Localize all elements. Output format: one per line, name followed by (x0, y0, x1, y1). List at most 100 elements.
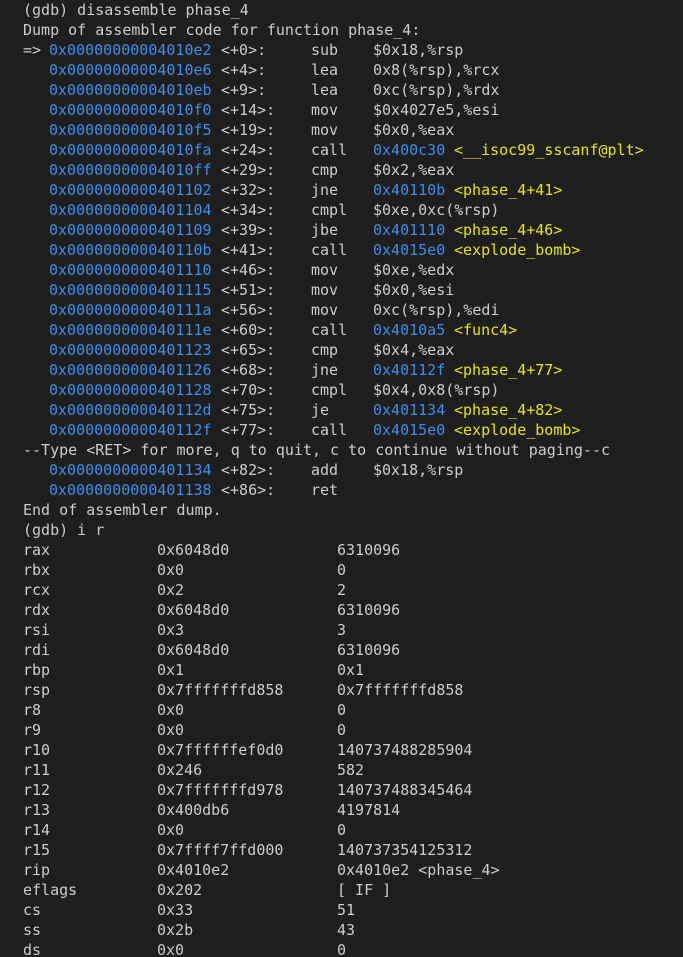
asm-line: 0x0000000000401126 <+68>: jne 0x40112f <phas… (0, 360, 683, 380)
register-name: r8 (23, 701, 42, 719)
asm-operands: $0xe,%edx (373, 261, 455, 279)
asm-offset: <+65>: (221, 341, 276, 359)
asm-offset: <+24>: (221, 141, 276, 159)
asm-target-symbol: <explode_bomb> (454, 241, 581, 259)
register-name: cs (23, 901, 42, 919)
pager-prompt-line: --Type <RET> for more, q to quit, c to c… (0, 440, 683, 460)
asm-mnemonic: je (311, 401, 330, 419)
register-row: r8 0x0 0 (0, 700, 683, 720)
asm-mnemonic: cmpl (311, 381, 348, 399)
asm-mnemonic: jne (311, 181, 339, 199)
register-hex: 0x7fffffffd858 (157, 681, 284, 699)
asm-target-address: 0x40112f (373, 361, 446, 379)
register-name: r12 (23, 781, 51, 799)
asm-mnemonic: add (311, 461, 339, 479)
register-row: r13 0x400db6 4197814 (0, 800, 683, 820)
asm-address: 0x00000000004010f5 (49, 121, 212, 139)
register-hex: 0x0 (157, 561, 185, 579)
register-name: rdi (23, 641, 51, 659)
asm-operands: $0x2,%eax (373, 161, 455, 179)
asm-mnemonic: cmpl (311, 201, 348, 219)
register-value: 3 (337, 621, 347, 639)
asm-line: 0x0000000000401110 <+46>: mov $0xe,%edx (0, 260, 683, 280)
asm-line: 0x000000000040110b <+41>: call 0x4015e0 <exp… (0, 240, 683, 260)
asm-line: 0x000000000040112f <+77>: call 0x4015e0 <exp… (0, 420, 683, 440)
asm-target-address: 0x4015e0 (373, 421, 446, 439)
register-row: r11 0x246 582 (0, 760, 683, 780)
register-hex: 0x0 (157, 721, 185, 739)
register-row: rdx 0x6048d0 6310096 (0, 600, 683, 620)
asm-mnemonic: mov (311, 261, 339, 279)
asm-address: 0x000000000040111e (49, 321, 212, 339)
register-row: rbp 0x1 0x1 (0, 660, 683, 680)
register-hex: 0x2 (157, 581, 185, 599)
asm-target-address: 0x4010a5 (373, 321, 446, 339)
asm-line: 0x000000000040111e <+60>: call 0x4010a5 <fun… (0, 320, 683, 340)
register-row: rcx 0x2 2 (0, 580, 683, 600)
asm-offset: <+86>: (221, 481, 276, 499)
register-value: 140737354125312 (337, 841, 473, 859)
asm-address: 0x000000000040111a (49, 301, 212, 319)
asm-line: 0x0000000000401123 <+65>: cmp $0x4,%eax (0, 340, 683, 360)
asm-mnemonic: mov (311, 121, 339, 139)
asm-line: 0x0000000000401134 <+82>: add $0x18,%rsp (0, 460, 683, 480)
asm-operands: $0x4,0x8(%rsp) (373, 381, 500, 399)
register-row: ss 0x2b 43 (0, 920, 683, 940)
register-value: 6310096 (337, 541, 401, 559)
asm-mnemonic: mov (311, 101, 339, 119)
register-name: r14 (23, 821, 51, 839)
asm-offset: <+34>: (221, 201, 276, 219)
terminal-output[interactable]: (gdb) disassemble phase_4 Dump of assembl… (0, 0, 683, 957)
register-name: rsp (23, 681, 51, 699)
register-value: 0 (337, 561, 347, 579)
register-hex: 0x7ffff7ffd000 (157, 841, 284, 859)
asm-address: 0x00000000004010ff (49, 161, 212, 179)
register-hex: 0x4010e2 (157, 861, 230, 879)
asm-address: 0x0000000000401102 (49, 181, 212, 199)
asm-line: 0x0000000000401102 <+32>: jne 0x40110b <phas… (0, 180, 683, 200)
register-name: r9 (23, 721, 42, 739)
register-hex: 0x2b (157, 921, 194, 939)
asm-operands: $0x18,%rsp (373, 461, 464, 479)
register-name: r13 (23, 801, 51, 819)
register-value: 51 (337, 901, 356, 919)
asm-address: 0x00000000004010e2 (49, 41, 212, 59)
register-name: rax (23, 541, 51, 559)
register-value: 140737488285904 (337, 741, 473, 759)
asm-operands: 0x8(%rsp),%rcx (373, 61, 500, 79)
asm-target-address: 0x401110 (373, 221, 446, 239)
asm-address: 0x00000000004010fa (49, 141, 212, 159)
asm-target-symbol: <phase_4+46> (454, 221, 563, 239)
asm-offset: <+60>: (221, 321, 276, 339)
asm-mnemonic: sub (311, 41, 339, 59)
asm-target-address: 0x401134 (373, 401, 446, 419)
asm-line: 0x0000000000401115 <+51>: mov $0x0,%esi (0, 280, 683, 300)
register-row: rsi 0x3 3 (0, 620, 683, 640)
register-hex: 0x33 (157, 901, 194, 919)
current-instruction-marker: => (23, 41, 42, 59)
asm-address: 0x0000000000401128 (49, 381, 212, 399)
register-value: 2 (337, 581, 347, 599)
register-row: rbx 0x0 0 (0, 560, 683, 580)
register-name: ss (23, 921, 42, 939)
asm-address: 0x00000000004010eb (49, 81, 212, 99)
register-hex: 0x3 (157, 621, 185, 639)
asm-mnemonic: mov (311, 301, 339, 319)
asm-line: 0x000000000040111a <+56>: mov 0xc(%rsp),%ed… (0, 300, 683, 320)
asm-operands: $0x0,%esi (373, 281, 455, 299)
asm-address: 0x000000000040110b (49, 241, 212, 259)
register-value: 582 (337, 761, 365, 779)
register-row: r12 0x7fffffffd978 140737488345464 (0, 780, 683, 800)
asm-line: 0x0000000000401109 <+39>: jbe 0x401110 <phas… (0, 220, 683, 240)
register-hex: 0x6048d0 (157, 641, 230, 659)
asm-operands: $0xe,0xc(%rsp) (373, 201, 500, 219)
register-hex: 0x6048d0 (157, 601, 230, 619)
asm-offset: <+82>: (221, 461, 276, 479)
register-value: 0 (337, 941, 347, 957)
asm-line: 0x0000000000401128 <+70>: cmpl $0x4,0x8(%rs… (0, 380, 683, 400)
asm-target-symbol: <func4> (454, 321, 518, 339)
asm-mnemonic: call (311, 241, 348, 259)
register-hex: 0x0 (157, 821, 185, 839)
register-name: r10 (23, 741, 51, 759)
asm-address: 0x0000000000401115 (49, 281, 212, 299)
